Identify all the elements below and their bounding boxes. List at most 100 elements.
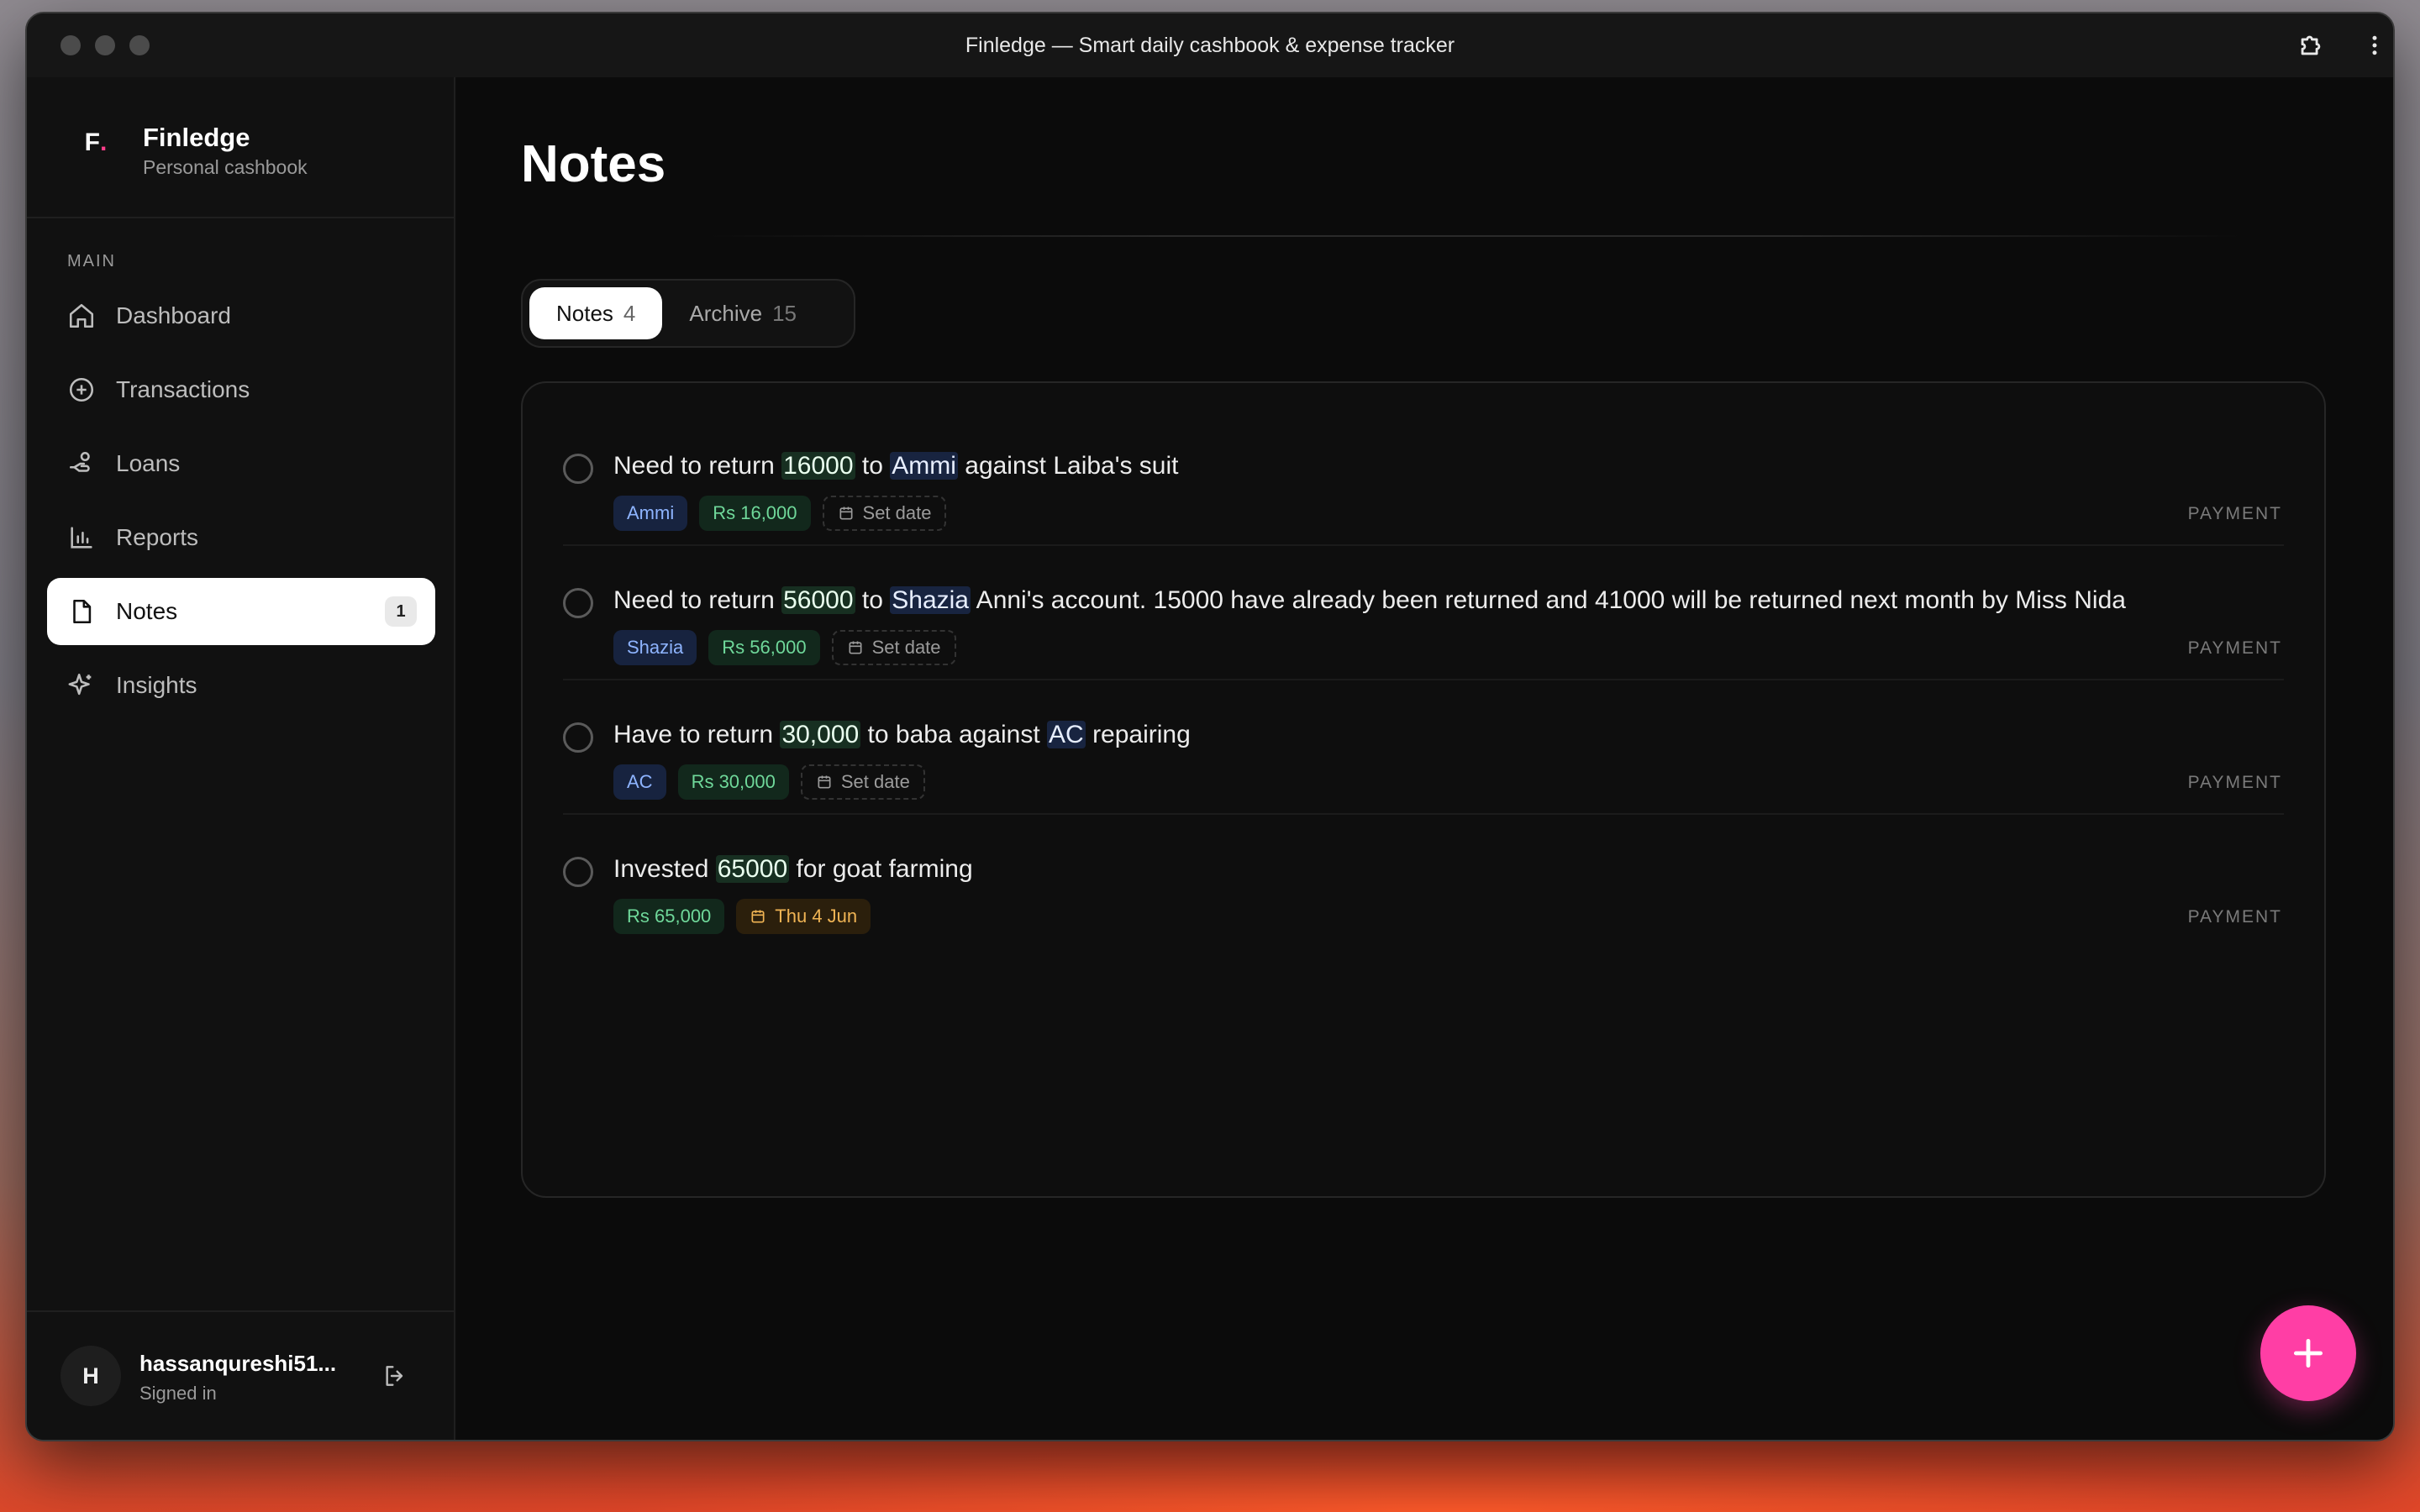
note-text[interactable]: Invested 65000 for goat farming xyxy=(613,855,973,884)
note-text-part: Need to return xyxy=(613,452,782,480)
brand-header: F. Finledge Personal cashbook xyxy=(27,77,454,218)
date-label: Set date xyxy=(862,502,932,523)
note-text[interactable]: Need to return 16000 to Ammi against Lai… xyxy=(613,452,1178,480)
date-label: Thu 4 Jun xyxy=(775,906,858,927)
sparkles-icon xyxy=(66,669,97,701)
amount-tag[interactable]: Rs 16,000 xyxy=(699,496,811,531)
tab-label: Notes xyxy=(556,300,613,326)
sidebar: F. Finledge Personal cashbook MAIN Dashb… xyxy=(27,77,455,1440)
amount-tag[interactable]: Rs 56,000 xyxy=(708,630,820,665)
hand-coins-icon xyxy=(66,448,97,480)
note-tags: Shazia Rs 56,000 Set date xyxy=(613,630,956,665)
set-date-button[interactable]: Set date xyxy=(800,764,925,800)
set-date-button[interactable]: Set date xyxy=(831,630,956,665)
note-type-label: PAYMENT xyxy=(2187,773,2282,792)
note-checkbox[interactable] xyxy=(563,857,593,887)
more-options-icon[interactable] xyxy=(2360,30,2390,60)
calendar-icon xyxy=(750,908,766,925)
app-window: Finledge — Smart daily cashbook & expens… xyxy=(25,12,2395,1441)
sidebar-item-label: Transactions xyxy=(116,376,250,402)
tab-archive[interactable]: Archive 15 xyxy=(662,287,823,339)
sidebar-item-dashboard[interactable]: Dashboard xyxy=(47,282,435,349)
amount-tag[interactable]: Rs 30,000 xyxy=(677,764,789,800)
due-date-tag[interactable]: Thu 4 Jun xyxy=(736,899,871,934)
brand-subtitle: Personal cashbook xyxy=(143,156,308,178)
sidebar-item-label: Reports xyxy=(116,524,199,550)
note-text-part: against Laiba's suit xyxy=(957,452,1179,480)
tab-count: 15 xyxy=(772,300,797,326)
title-divider xyxy=(709,235,2242,237)
note-item: Have to return 30,000 to baba against AC… xyxy=(563,680,2284,815)
name-highlight: Shazia xyxy=(890,586,971,614)
calendar-icon xyxy=(847,639,864,656)
sidebar-item-insights[interactable]: Insights xyxy=(47,652,435,719)
sidebar-item-label: Loans xyxy=(116,450,181,476)
sidebar-item-notes[interactable]: Notes 1 xyxy=(47,578,435,645)
plus-circle-icon xyxy=(66,374,97,406)
set-date-button[interactable]: Set date xyxy=(822,496,947,531)
extensions-icon[interactable] xyxy=(2296,30,2326,60)
note-text[interactable]: Have to return 30,000 to baba against AC… xyxy=(613,721,1191,749)
note-type-label: PAYMENT xyxy=(2187,638,2282,658)
amount-tag[interactable]: Rs 65,000 xyxy=(613,899,725,934)
page-title: Notes xyxy=(521,135,666,193)
home-icon xyxy=(66,300,97,332)
logo-dot: . xyxy=(99,129,108,156)
window-title: Finledge — Smart daily cashbook & expens… xyxy=(965,34,1455,57)
note-text-part: Invested xyxy=(613,855,716,883)
user-name: hassanqureshi51... xyxy=(139,1351,337,1376)
note-type-label: PAYMENT xyxy=(2187,504,2282,523)
notes-tabs: Notes 4 Archive 15 xyxy=(521,279,855,348)
note-text-part: repairing xyxy=(1085,721,1191,748)
user-account: H hassanqureshi51... Signed in xyxy=(27,1310,454,1440)
tab-notes[interactable]: Notes 4 xyxy=(529,287,663,339)
calendar-icon xyxy=(816,774,833,790)
note-checkbox[interactable] xyxy=(563,722,593,753)
avatar[interactable]: H xyxy=(60,1346,121,1406)
main-content: Notes Notes 4 Archive 15 Need to return … xyxy=(457,77,2393,1440)
sidebar-item-transactions[interactable]: Transactions xyxy=(47,356,435,423)
plus-icon xyxy=(2293,1338,2323,1368)
sidebar-item-label: Insights xyxy=(116,672,197,698)
person-tag[interactable]: Shazia xyxy=(613,630,697,665)
add-note-button[interactable] xyxy=(2260,1305,2356,1401)
sidebar-item-reports[interactable]: Reports xyxy=(47,504,435,571)
date-label: Set date xyxy=(871,637,941,658)
note-tags: Rs 65,000 Thu 4 Jun xyxy=(613,899,871,934)
amount-highlight: 30,000 xyxy=(780,721,861,748)
note-text-part: Anni's account. 15000 have already been … xyxy=(971,586,2126,614)
note-item: Invested 65000 for goat farming Rs 65,00… xyxy=(563,815,2284,949)
amount-highlight: 16000 xyxy=(781,452,855,480)
tab-count: 4 xyxy=(623,300,636,326)
name-highlight: Ammi xyxy=(890,452,958,480)
note-text[interactable]: Need to return 56000 to Shazia Anni's ac… xyxy=(613,586,2126,615)
date-label: Set date xyxy=(840,771,910,792)
note-text-part: to xyxy=(855,586,891,614)
user-status: Signed in xyxy=(139,1383,217,1404)
note-checkbox[interactable] xyxy=(563,588,593,618)
sidebar-item-label: Notes xyxy=(116,598,178,624)
person-tag[interactable]: Ammi xyxy=(613,496,688,531)
note-type-label: PAYMENT xyxy=(2187,907,2282,927)
note-text-part: for goat farming xyxy=(789,855,973,883)
person-tag[interactable]: AC xyxy=(613,764,666,800)
sidebar-item-label: Dashboard xyxy=(116,302,231,328)
sidebar-item-loans[interactable]: Loans xyxy=(47,430,435,497)
note-text-part: to xyxy=(855,452,891,480)
sidebar-nav: Dashboard Transactions Loans Reports Not… xyxy=(47,282,435,726)
title-bar: Finledge — Smart daily cashbook & expens… xyxy=(27,13,2393,77)
brand-logo[interactable]: F. xyxy=(69,116,123,170)
note-tags: AC Rs 30,000 Set date xyxy=(613,764,925,800)
brand-name: Finledge xyxy=(143,123,250,152)
nav-section-label: MAIN xyxy=(67,252,116,270)
name-highlight: AC xyxy=(1047,721,1086,748)
amount-highlight: 56000 xyxy=(781,586,855,614)
logout-icon[interactable] xyxy=(378,1359,412,1393)
calendar-icon xyxy=(838,505,855,522)
notes-list: Need to return 16000 to Ammi against Lai… xyxy=(521,381,2326,1198)
notes-count-badge: 1 xyxy=(385,596,417,627)
note-checkbox[interactable] xyxy=(563,454,593,484)
amount-highlight: 65000 xyxy=(715,855,790,883)
note-item: Need to return 16000 to Ammi against Lai… xyxy=(563,412,2284,546)
note-text-part: Need to return xyxy=(613,586,782,614)
